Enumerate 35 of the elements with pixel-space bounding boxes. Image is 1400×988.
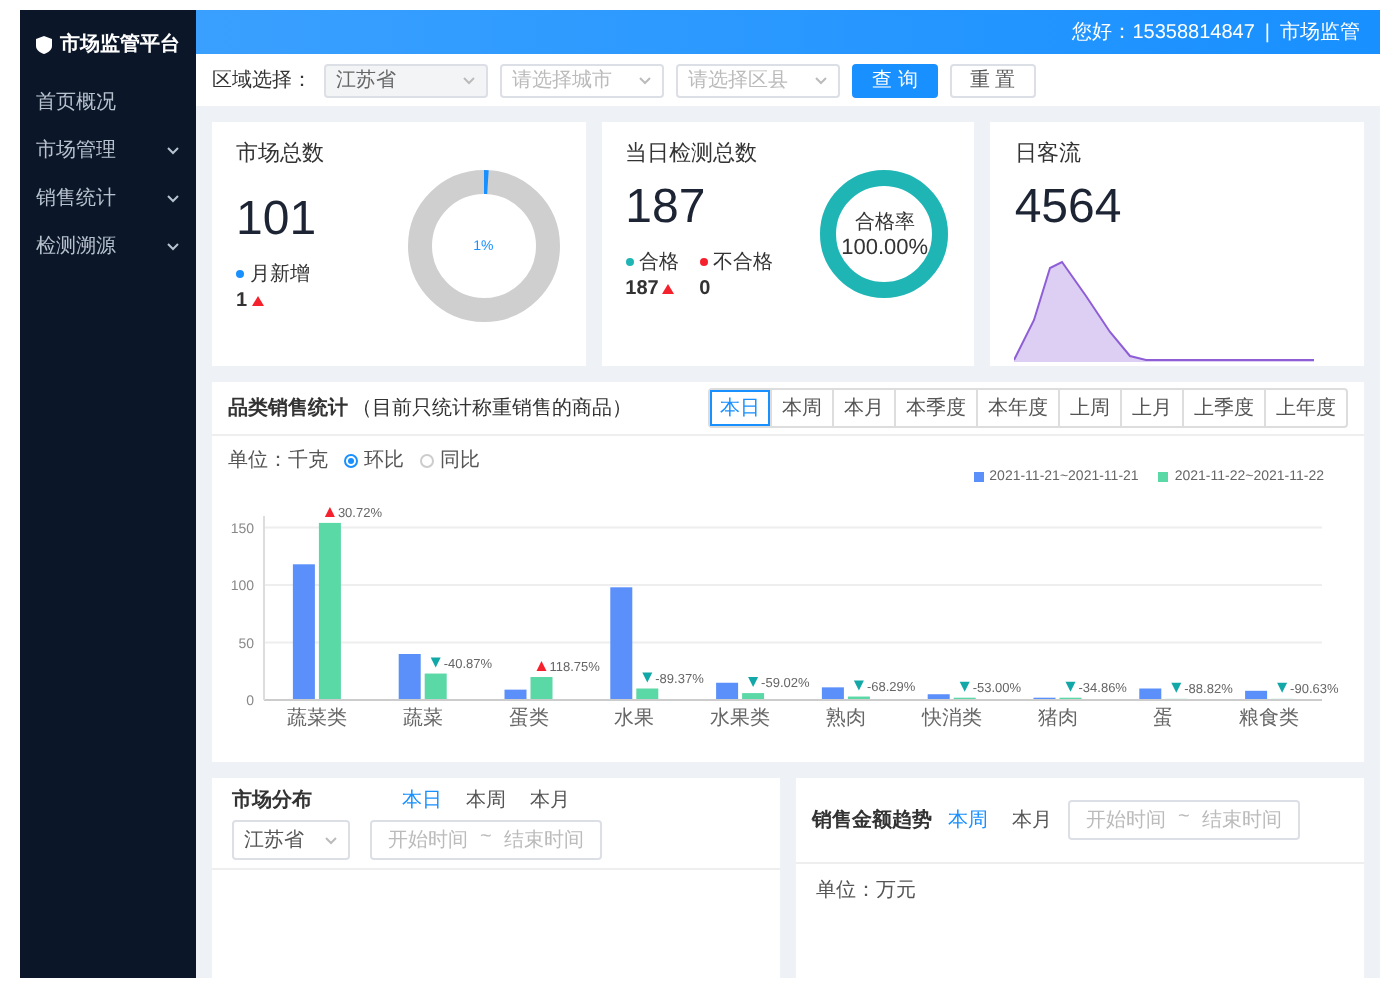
select-field: 江苏省 [324, 63, 488, 97]
category-label: 快消类 [921, 708, 982, 730]
category-label: 粮食类 [1239, 708, 1300, 730]
greeting-text: 您好：15358814847 [1072, 20, 1255, 46]
legend-label: 不合格 [713, 249, 774, 276]
panel-title: 品类销售统计 [228, 395, 348, 422]
category-label: 蛋 [1153, 708, 1174, 730]
category-label: 蛋类 [508, 708, 549, 730]
legend-value: 0 [699, 278, 711, 300]
unit-label: 单位：千克 [228, 447, 328, 474]
card-title: 当日检测总数 [625, 140, 760, 168]
radio-label: 同比 [440, 447, 480, 474]
category-label: 水果类 [710, 708, 771, 730]
stat-value: 101 [236, 192, 319, 248]
stat-value: 4564 [1014, 180, 1124, 236]
radio-label: 环比 [364, 447, 404, 474]
card-title: 市场总数 [236, 139, 326, 168]
legend-value: 187 [625, 278, 659, 300]
category-label: 蔬菜 [402, 708, 443, 730]
filter-label: 区域选择： [212, 67, 312, 94]
logo-text: 市场监管平台 [60, 30, 180, 58]
panel-title: 销售金额趋势 [812, 806, 932, 834]
category-label: 猪肉 [1037, 708, 1078, 730]
separator-text: | [1264, 21, 1270, 43]
legend-label: 月新增 [250, 261, 310, 288]
stat-value: 187 [625, 180, 708, 236]
category-label: 蔬菜类 [286, 708, 347, 730]
category-label: 熟肉 [825, 708, 866, 730]
category-label: 水果 [614, 708, 655, 730]
unit-label: 单位：万元 [814, 877, 918, 906]
legend-value: 1 [236, 290, 248, 312]
legend-label: 合格 [639, 249, 680, 276]
card-title: 日客流 [1014, 139, 1083, 168]
panel-note: （目前只统计称重销售的商品） [352, 395, 632, 422]
panel-title: 市场分布 [232, 786, 314, 814]
